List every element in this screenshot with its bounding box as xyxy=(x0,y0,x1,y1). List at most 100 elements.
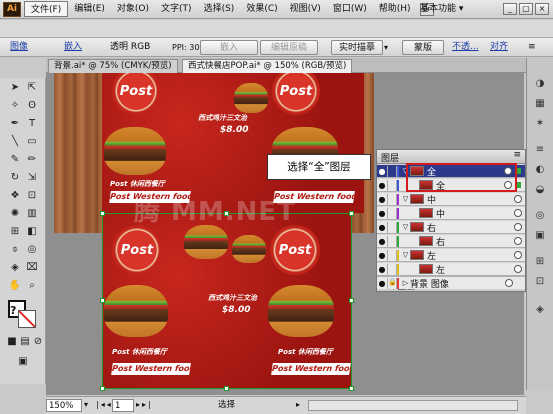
maximize-button[interactable]: ▢ xyxy=(519,3,533,15)
tab-background-doc[interactable]: 背景.ai* @ 75% (CMYK/预览) xyxy=(48,59,178,73)
graph-tool-icon[interactable]: ▥ xyxy=(24,206,40,221)
layer-row[interactable]: ● 中 xyxy=(377,207,525,220)
zoom-level-field[interactable]: 150% xyxy=(46,399,82,412)
layer-row[interactable]: ● ▽ 左 xyxy=(377,249,525,262)
appearance-panel-icon[interactable]: ◎ xyxy=(532,208,548,222)
lock-toggle[interactable] xyxy=(387,179,397,191)
rotate-tool-icon[interactable]: ↻ xyxy=(7,170,23,185)
expand-triangle-icon[interactable]: ▽ xyxy=(401,251,410,259)
free-transform-icon[interactable]: ⊡ xyxy=(24,188,40,203)
target-circle-icon[interactable] xyxy=(514,209,522,217)
transform-panel-icon[interactable]: ⊡ xyxy=(532,274,548,288)
stroke-panel-icon[interactable]: ≡ xyxy=(532,142,548,156)
workspace-switcher[interactable]: 基本功能 ▾ xyxy=(416,2,467,17)
layers-panel-icon[interactable]: ◈ xyxy=(532,302,548,316)
target-circle-icon[interactable] xyxy=(514,265,522,273)
menu-type[interactable]: 文字(T) xyxy=(155,1,198,17)
layer-row[interactable]: ● 左 xyxy=(377,263,525,276)
target-circle-icon[interactable] xyxy=(514,237,522,245)
align-panel-icon[interactable]: ⊞ xyxy=(532,254,548,268)
type-tool-icon[interactable]: T xyxy=(24,116,40,131)
menu-help[interactable]: 帮助(H) xyxy=(373,1,417,17)
live-paint-icon[interactable]: ◈ xyxy=(7,260,23,275)
page-field[interactable]: 1 xyxy=(112,399,134,412)
selection-tool-icon[interactable]: ➤ xyxy=(7,80,23,95)
blend-tool-icon[interactable]: ◎ xyxy=(24,242,40,257)
menu-window[interactable]: 窗口(W) xyxy=(327,1,373,17)
lock-toggle[interactable] xyxy=(387,235,397,247)
magic-wand-icon[interactable]: ✧ xyxy=(7,98,23,113)
transparency-panel-icon[interactable]: ◒ xyxy=(532,182,548,196)
pencil-icon[interactable]: ✏ xyxy=(24,152,40,167)
selection-handle[interactable] xyxy=(349,386,354,391)
visibility-eye-icon[interactable]: ● xyxy=(377,209,387,218)
item-type-link[interactable]: 图像 xyxy=(10,40,28,55)
scale-tool-icon[interactable]: ⇲ xyxy=(24,170,40,185)
lock-toggle[interactable] xyxy=(387,221,397,233)
layer-row[interactable]: ● 右 xyxy=(377,235,525,248)
visibility-eye-icon[interactable]: ● xyxy=(377,279,387,288)
selection-handle[interactable] xyxy=(100,386,105,391)
stroke-swatch[interactable] xyxy=(18,310,36,328)
layer-name[interactable]: 左 xyxy=(427,249,514,262)
brushes-panel-icon[interactable]: ✶ xyxy=(532,116,548,130)
menu-object[interactable]: 对象(O) xyxy=(111,1,155,17)
visibility-eye-icon[interactable]: ● xyxy=(377,265,387,274)
target-circle-icon[interactable] xyxy=(514,251,522,259)
menu-edit[interactable]: 编辑(E) xyxy=(68,1,111,17)
pen-tool-icon[interactable]: ✒ xyxy=(7,116,23,131)
menu-select[interactable]: 选择(S) xyxy=(198,1,241,17)
gradient-tool-icon[interactable]: ◧ xyxy=(24,224,40,239)
layer-name[interactable]: 中 xyxy=(427,193,514,206)
visibility-eye-icon[interactable]: ● xyxy=(377,251,387,260)
status-arrow-icon[interactable]: ▸ xyxy=(296,399,300,412)
control-bar-menu-icon[interactable]: ≡ xyxy=(528,40,540,55)
line-tool-icon[interactable]: ╲ xyxy=(7,134,23,149)
expand-triangle-icon[interactable]: ▽ xyxy=(401,223,410,231)
layer-row[interactable]: ● ▽ 右 xyxy=(377,221,525,234)
selection-handle[interactable] xyxy=(100,211,105,216)
live-trace-dropdown-icon[interactable]: ▾ xyxy=(384,40,394,55)
screen-mode-icon[interactable]: ▣ xyxy=(15,354,31,369)
lock-icon[interactable]: 🔒 xyxy=(387,277,397,289)
graphic-styles-icon[interactable]: ▣ xyxy=(532,228,548,242)
layer-name[interactable]: 左 xyxy=(436,263,514,276)
visibility-eye-icon[interactable]: ● xyxy=(377,195,387,204)
none-mode-icon[interactable]: ⊘ xyxy=(30,334,46,349)
eyedropper-icon[interactable]: ⌽ xyxy=(7,242,23,257)
visibility-eye-icon[interactable]: ● xyxy=(377,181,387,190)
direct-selection-tool-icon[interactable]: ⇱ xyxy=(24,80,40,95)
lock-toggle[interactable] xyxy=(387,263,397,275)
mask-button[interactable]: 蒙版 xyxy=(402,40,444,55)
visibility-eye-icon[interactable]: ● xyxy=(377,237,387,246)
gradient-panel-icon[interactable]: ◐ xyxy=(532,162,548,176)
minimize-button[interactable]: _ xyxy=(503,3,517,15)
lock-toggle[interactable] xyxy=(387,193,397,205)
expand-triangle-icon[interactable]: ▽ xyxy=(401,195,410,203)
next-last-artboard-icon[interactable]: ▸▸| xyxy=(136,399,153,412)
live-trace-button[interactable]: 实时描摹 xyxy=(331,40,383,55)
layer-name[interactable]: 中 xyxy=(436,207,514,220)
panel-menu-icon[interactable]: ≡ xyxy=(513,150,521,160)
tab-pop-doc[interactable]: 西式快餐店POP.ai* @ 150% (RGB/预览) xyxy=(182,59,353,73)
close-button[interactable]: × xyxy=(535,3,549,15)
zoom-tool-icon[interactable]: ⌕ xyxy=(24,278,40,293)
expand-triangle-icon[interactable]: ▷ xyxy=(401,279,410,287)
opacity-link[interactable]: 不透... xyxy=(452,40,479,55)
target-circle-icon[interactable] xyxy=(505,279,513,287)
first-prev-artboard-icon[interactable]: |◂◂ xyxy=(96,399,113,412)
selection-handle[interactable] xyxy=(349,211,354,216)
target-circle-icon[interactable] xyxy=(514,223,522,231)
align-link[interactable]: 对齐 xyxy=(490,40,508,55)
symbol-sprayer-icon[interactable]: ✺ xyxy=(7,206,23,221)
lock-toggle[interactable] xyxy=(387,207,397,219)
embed-link[interactable]: 嵌入 xyxy=(64,40,82,55)
target-circle-icon[interactable] xyxy=(514,195,522,203)
paintbrush-icon[interactable]: ✎ xyxy=(7,152,23,167)
hand-tool-icon[interactable]: ✋ xyxy=(7,278,23,293)
horizontal-scrollbar[interactable] xyxy=(308,400,518,411)
selection-handle[interactable] xyxy=(224,386,229,391)
zoom-dropdown-icon[interactable]: ▾ xyxy=(84,399,88,412)
swatches-panel-icon[interactable]: ▦ xyxy=(532,96,548,110)
selection-handle[interactable] xyxy=(100,298,105,303)
